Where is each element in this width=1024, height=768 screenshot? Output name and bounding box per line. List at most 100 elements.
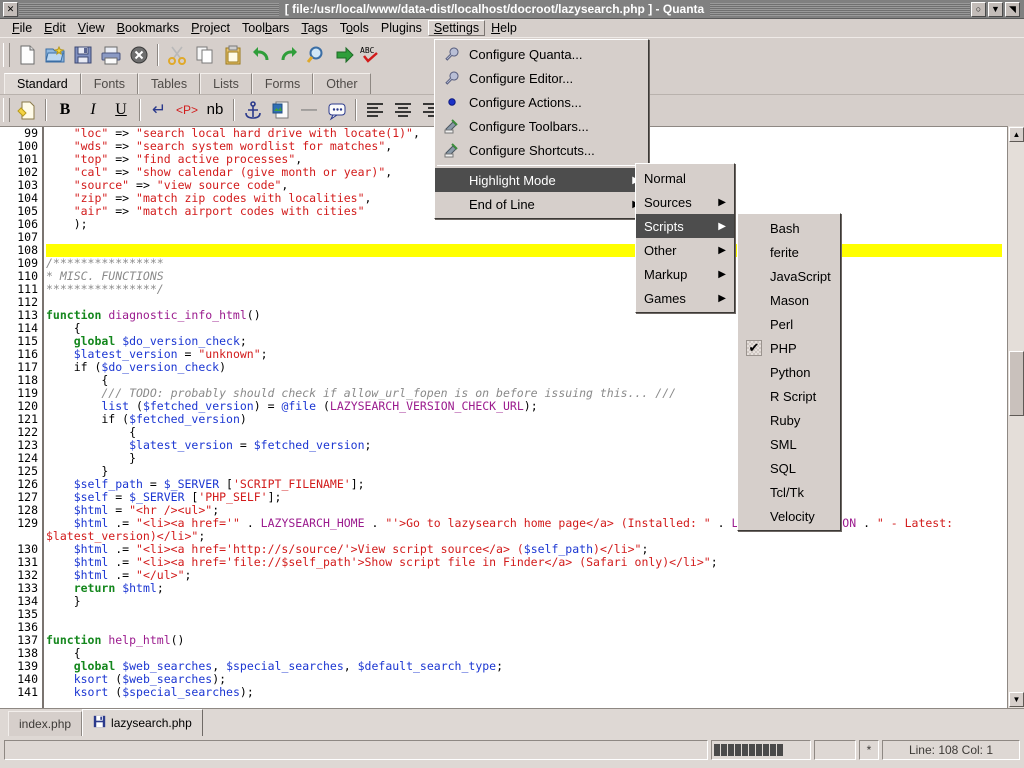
code-line[interactable]: if ($do_version_check) (46, 361, 1006, 374)
menu-item-php[interactable]: ✔PHP (738, 336, 840, 360)
align-left-button[interactable] (361, 96, 389, 124)
menu-file[interactable]: File (6, 20, 38, 36)
redo-button[interactable] (275, 41, 303, 69)
toolbar-grip[interactable] (3, 43, 10, 67)
menu-bookmarks[interactable]: Bookmarks (111, 20, 186, 36)
code-line[interactable]: ****************/ (46, 283, 1006, 296)
menu-item-sml[interactable]: SML (738, 432, 840, 456)
highlight-mode-submenu[interactable]: Normal Sources ▶ Scripts ▶ Other ▶ Marku… (635, 163, 735, 313)
toolbar-tab-forms[interactable]: Forms (252, 73, 313, 94)
menu-item-sql[interactable]: SQL (738, 456, 840, 480)
menu-item-ruby[interactable]: Ruby (738, 408, 840, 432)
menu-item-end-of-line[interactable]: End of Line ▶ (435, 192, 648, 216)
menu-item-javascript[interactable]: JavaScript (738, 264, 840, 288)
menu-item-sources[interactable]: Sources ▶ (636, 190, 734, 214)
code-line[interactable]: ); (46, 218, 1006, 231)
cut-button[interactable] (163, 41, 191, 69)
toolbar-tab-standard[interactable]: Standard (4, 73, 81, 94)
menu-plugins[interactable]: Plugins (375, 20, 428, 36)
menu-item-ferite[interactable]: ferite (738, 240, 840, 264)
spellcheck-button[interactable]: ABC (359, 41, 387, 69)
code-line[interactable]: * MISC. FUNCTIONS (46, 270, 1006, 283)
menu-item-highlight-mode[interactable]: Highlight Mode ▶ (435, 168, 648, 192)
quick-start-button[interactable] (13, 96, 41, 124)
settings-menu-popup[interactable]: Configure Quanta... Configure Editor... … (434, 39, 649, 219)
menu-item-games[interactable]: Games ▶ (636, 286, 734, 310)
code-line-current[interactable] (46, 244, 1002, 257)
code-line[interactable] (46, 621, 1006, 634)
menu-tags[interactable]: Tags (295, 20, 333, 36)
scroll-up-button[interactable]: ▲ (1009, 127, 1024, 142)
menu-item-mason[interactable]: Mason (738, 288, 840, 312)
code-line[interactable]: if ($fetched_version) (46, 413, 1006, 426)
toolbar-tab-fonts[interactable]: Fonts (81, 73, 138, 94)
code-line[interactable]: function help_html() (46, 634, 1006, 647)
minimize-button[interactable]: ▼ (988, 2, 1003, 17)
find-button[interactable] (303, 41, 331, 69)
menu-item-scripts[interactable]: Scripts ▶ (636, 214, 734, 238)
code-line[interactable]: function diagnostic_info_html() (46, 309, 1006, 322)
paste-button[interactable] (219, 41, 247, 69)
scripts-submenu[interactable]: BashferiteJavaScriptMasonPerl✔PHPPythonR… (737, 213, 841, 531)
line-break-button[interactable]: ↵ (145, 96, 173, 124)
code-line[interactable]: /**************** (46, 257, 1006, 270)
menu-item-configure-toolbars[interactable]: Configure Toolbars... (435, 114, 648, 138)
horizontal-rule-button[interactable]: — (295, 96, 323, 124)
menu-item-python[interactable]: Python (738, 360, 840, 384)
code-line[interactable] (46, 231, 1006, 244)
shade-button[interactable]: ○ (971, 2, 986, 17)
file-tab-index-php[interactable]: index.php (8, 711, 82, 736)
code-line[interactable]: return $html; (46, 582, 1006, 595)
menu-item-normal[interactable]: Normal (636, 166, 734, 190)
menu-item-configure-actions[interactable]: Configure Actions... (435, 90, 648, 114)
menu-item-perl[interactable]: Perl (738, 312, 840, 336)
menu-item-markup[interactable]: Markup ▶ (636, 262, 734, 286)
code-line[interactable] (46, 608, 1006, 621)
menu-item-other[interactable]: Other ▶ (636, 238, 734, 262)
close-file-button[interactable] (125, 41, 153, 69)
new-file-button[interactable] (13, 41, 41, 69)
menu-item-r-script[interactable]: R Script (738, 384, 840, 408)
menu-item-configure-editor[interactable]: Configure Editor... (435, 66, 648, 90)
menu-toolbars[interactable]: Toolbars (236, 20, 295, 36)
maximize-button[interactable]: ◥ (1005, 2, 1020, 17)
scroll-thumb[interactable] (1009, 351, 1024, 416)
non-breaking-space-button[interactable]: nb (201, 96, 229, 124)
anchor-button[interactable] (239, 96, 267, 124)
print-button[interactable] (97, 41, 125, 69)
scroll-down-button[interactable]: ▼ (1009, 692, 1024, 707)
insert-image-button[interactable] (267, 96, 295, 124)
code-line[interactable]: $latest_version = $fetched_version; (46, 439, 1006, 452)
code-line[interactable]: $html .= "</ul>"; (46, 569, 1006, 582)
toolbar-tab-lists[interactable]: Lists (200, 73, 252, 94)
code-line[interactable]: $html .= "<li><a href='" . LAZYSEARCH_HO… (46, 517, 1006, 543)
paragraph-button[interactable]: <P> (173, 96, 201, 124)
menu-tools[interactable]: Tools (334, 20, 375, 36)
menu-item-velocity[interactable]: Velocity (738, 504, 840, 528)
menu-edit[interactable]: Edit (38, 20, 72, 36)
menu-help[interactable]: Help (485, 20, 523, 36)
toolbar-tab-other[interactable]: Other (313, 73, 370, 94)
standard-toolbar-grip[interactable] (3, 98, 10, 122)
save-file-button[interactable] (69, 41, 97, 69)
align-center-button[interactable] (389, 96, 417, 124)
undo-button[interactable] (247, 41, 275, 69)
menu-view[interactable]: View (72, 20, 111, 36)
window-close-button[interactable]: ✕ (3, 2, 18, 17)
code-line[interactable]: } (46, 595, 1006, 608)
menu-item-configure-quanta[interactable]: Configure Quanta... (435, 42, 648, 66)
italic-button[interactable]: I (79, 96, 107, 124)
menu-item-tcl-tk[interactable]: Tcl/Tk (738, 480, 840, 504)
toolbar-tab-tables[interactable]: Tables (138, 73, 200, 94)
underline-button[interactable]: U (107, 96, 135, 124)
menu-item-configure-shortcuts[interactable]: Configure Shortcuts... (435, 138, 648, 162)
bold-button[interactable]: B (51, 96, 79, 124)
editor-vertical-scrollbar[interactable]: ▲ ▼ (1007, 126, 1024, 708)
code-line[interactable]: ksort ($special_searches); (46, 686, 1006, 699)
menu-settings[interactable]: Settings (428, 20, 485, 36)
menu-item-bash[interactable]: Bash (738, 216, 840, 240)
find-next-button[interactable] (331, 41, 359, 69)
file-tab-lazysearch-php[interactable]: lazysearch.php (82, 709, 203, 736)
copy-button[interactable] (191, 41, 219, 69)
comment-button[interactable] (323, 96, 351, 124)
